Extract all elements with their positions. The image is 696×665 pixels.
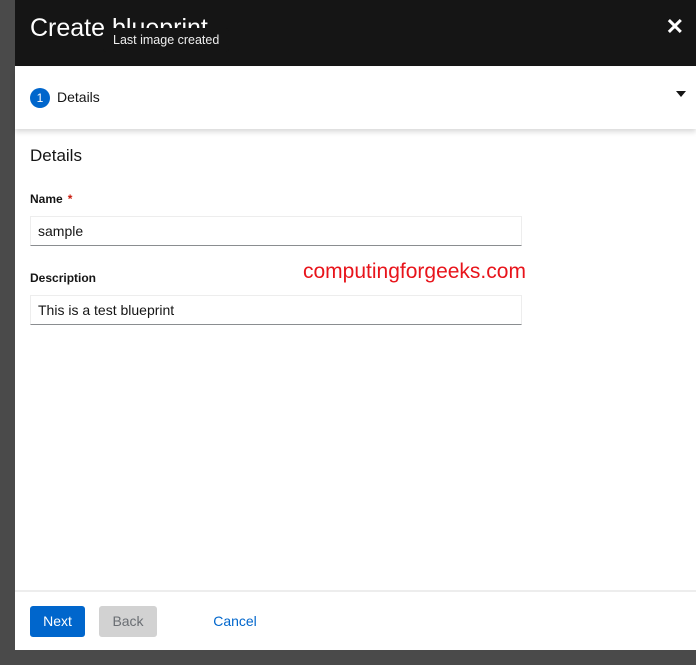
step-label: Details [57, 89, 100, 105]
next-button[interactable]: Next [30, 606, 85, 637]
dialog-footer: Next Back Cancel [15, 590, 696, 650]
tooltip: Last image created [103, 28, 230, 52]
required-mark: * [67, 192, 73, 206]
create-blueprint-dialog: Create blueprint Last image created ✕ 1 … [15, 0, 696, 650]
back-button[interactable]: Back [99, 606, 157, 637]
dialog-header: Create blueprint Last image created ✕ [15, 0, 696, 66]
name-input[interactable]: sample [30, 216, 522, 246]
caret-down-icon[interactable] [676, 91, 686, 97]
description-label: Description [30, 271, 97, 285]
section-title: Details [30, 146, 82, 165]
wizard-step-toggle[interactable]: 1 Details [15, 67, 696, 129]
step-number-badge: 1 [30, 88, 50, 108]
description-input[interactable]: This is a test blueprint [30, 295, 522, 325]
cancel-button[interactable]: Cancel [205, 606, 265, 637]
name-label: Name * [30, 192, 72, 206]
close-icon[interactable]: ✕ [666, 14, 684, 40]
watermark: computingforgeeks.com [303, 260, 526, 283]
name-label-text: Name [30, 192, 63, 206]
